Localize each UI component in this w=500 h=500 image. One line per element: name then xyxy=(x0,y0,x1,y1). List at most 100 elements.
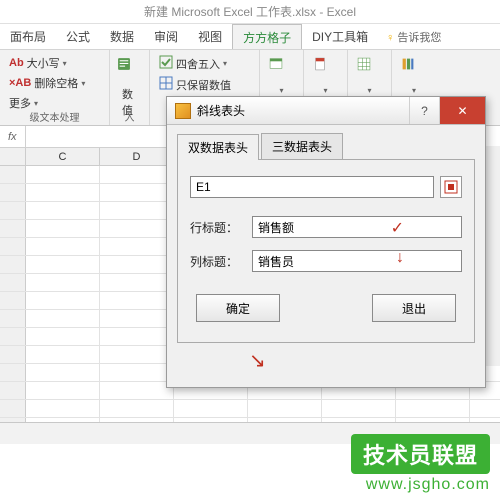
tell-me[interactable]: ♀告诉我您 xyxy=(386,29,441,45)
numval-icon xyxy=(117,57,143,83)
cell[interactable] xyxy=(26,328,100,345)
dialog-titlebar[interactable]: 斜线表头 ? ✕ xyxy=(167,97,485,125)
row-header[interactable] xyxy=(0,382,26,399)
row-title-label: 行标题： xyxy=(190,219,252,236)
keep-only-button[interactable]: 只保留数值 xyxy=(156,74,253,95)
help-button[interactable]: ? xyxy=(409,97,439,124)
row-header[interactable] xyxy=(0,346,26,363)
vertical-scrollbar[interactable] xyxy=(484,146,500,366)
chevron-down-icon: ▾ xyxy=(63,59,67,68)
close-button[interactable]: ✕ xyxy=(439,97,485,124)
col-title-input[interactable] xyxy=(252,250,462,272)
col-header[interactable]: D xyxy=(100,148,174,165)
cell[interactable] xyxy=(100,238,174,255)
range-picker-button[interactable] xyxy=(440,176,462,198)
cell[interactable] xyxy=(100,400,174,417)
col-header[interactable]: C xyxy=(26,148,100,165)
fx-label[interactable]: fx xyxy=(0,126,26,147)
tab-fangfang[interactable]: 方方格子 xyxy=(232,24,302,49)
cell[interactable] xyxy=(100,184,174,201)
cell[interactable] xyxy=(26,364,100,381)
doc-icon xyxy=(313,57,339,83)
diagonal-header-dialog: 斜线表头 ? ✕ 双数据表头 三数据表头 行标题： ✓ 列标题： ↓ xyxy=(166,96,486,388)
chevron-down-icon: ▾ xyxy=(81,79,85,88)
col-title-label: 列标题： xyxy=(190,253,252,270)
watermark-badge: 技术员联盟 xyxy=(351,434,490,474)
cell[interactable] xyxy=(100,292,174,309)
cell[interactable] xyxy=(100,220,174,237)
group-text: 级文本处理 xyxy=(0,109,109,124)
cell[interactable] xyxy=(100,166,174,183)
chevron-down-icon: ▾ xyxy=(412,86,416,95)
cancel-button[interactable]: 退出 xyxy=(372,294,456,322)
ribbon-big2[interactable]: ▾ xyxy=(310,53,341,99)
tab-data[interactable]: 数据 xyxy=(100,24,144,49)
cell[interactable] xyxy=(26,382,100,399)
del-space-button[interactable]: ×AB删除空格▾ xyxy=(6,73,103,93)
cell[interactable] xyxy=(100,274,174,291)
dialog-tabs: 双数据表头 三数据表头 xyxy=(177,133,475,160)
cell[interactable] xyxy=(100,328,174,345)
ribbon-big4[interactable]: ▾ xyxy=(398,53,430,99)
cell[interactable] xyxy=(26,346,100,363)
cell[interactable] xyxy=(26,166,100,183)
tab-formulas[interactable]: 公式 xyxy=(56,24,100,49)
del-icon: ×AB xyxy=(9,77,31,89)
cell[interactable] xyxy=(26,202,100,219)
ribbon-big1[interactable]: ▾ xyxy=(266,53,297,99)
row-header[interactable] xyxy=(0,184,26,201)
cell[interactable] xyxy=(26,220,100,237)
cell[interactable] xyxy=(26,292,100,309)
cell[interactable] xyxy=(26,400,100,417)
chevron-down-icon: ▾ xyxy=(279,86,283,95)
tab-layout[interactable]: 面布局 xyxy=(0,24,56,49)
cell[interactable] xyxy=(248,400,322,417)
row-header[interactable] xyxy=(0,328,26,345)
tab-three-data[interactable]: 三数据表头 xyxy=(261,133,343,159)
row-title-input[interactable] xyxy=(252,216,462,238)
cell[interactable] xyxy=(322,400,396,417)
row-header[interactable] xyxy=(0,310,26,327)
row-header[interactable] xyxy=(0,220,26,237)
ribbon-big3[interactable]: ▾ xyxy=(354,53,385,99)
dialog-icon xyxy=(175,103,191,119)
table-row[interactable] xyxy=(0,400,500,418)
range-picker-icon xyxy=(444,180,458,194)
checkbox-icon xyxy=(159,55,173,72)
chevron-down-icon: ▾ xyxy=(34,99,38,108)
arrow-mark-icon: ↘ xyxy=(249,348,266,373)
tab-review[interactable]: 审阅 xyxy=(144,24,188,49)
row-header[interactable] xyxy=(0,274,26,291)
round-button[interactable]: 四舍五入▾ xyxy=(156,53,253,74)
cell[interactable] xyxy=(100,310,174,327)
row-header[interactable] xyxy=(0,400,26,417)
grid-icon xyxy=(159,76,173,93)
cell[interactable] xyxy=(100,256,174,273)
group-entry: 入 xyxy=(110,109,149,124)
case-button[interactable]: Ab大小写▾ xyxy=(6,53,103,73)
cell[interactable] xyxy=(100,364,174,381)
cell[interactable] xyxy=(100,202,174,219)
tab-view[interactable]: 视图 xyxy=(188,24,232,49)
bulb-icon: ♀ xyxy=(386,32,394,44)
cell[interactable] xyxy=(26,310,100,327)
cell[interactable] xyxy=(396,400,470,417)
cell[interactable] xyxy=(26,256,100,273)
tab-two-data[interactable]: 双数据表头 xyxy=(177,134,259,160)
tab-diy[interactable]: DIY工具箱 xyxy=(302,24,378,49)
cell[interactable] xyxy=(100,346,174,363)
cell[interactable] xyxy=(26,238,100,255)
row-header[interactable] xyxy=(0,166,26,183)
row-header[interactable] xyxy=(0,238,26,255)
row-header[interactable] xyxy=(0,364,26,381)
row-header[interactable] xyxy=(0,256,26,273)
cell[interactable] xyxy=(100,382,174,399)
cell[interactable] xyxy=(26,274,100,291)
cell[interactable] xyxy=(26,184,100,201)
row-header[interactable] xyxy=(0,292,26,309)
watermark-url: www.jsgho.com xyxy=(351,476,490,494)
row-header[interactable] xyxy=(0,202,26,219)
cell-ref-input[interactable] xyxy=(190,176,434,198)
ok-button[interactable]: 确定 xyxy=(196,294,280,322)
cell[interactable] xyxy=(174,400,248,417)
